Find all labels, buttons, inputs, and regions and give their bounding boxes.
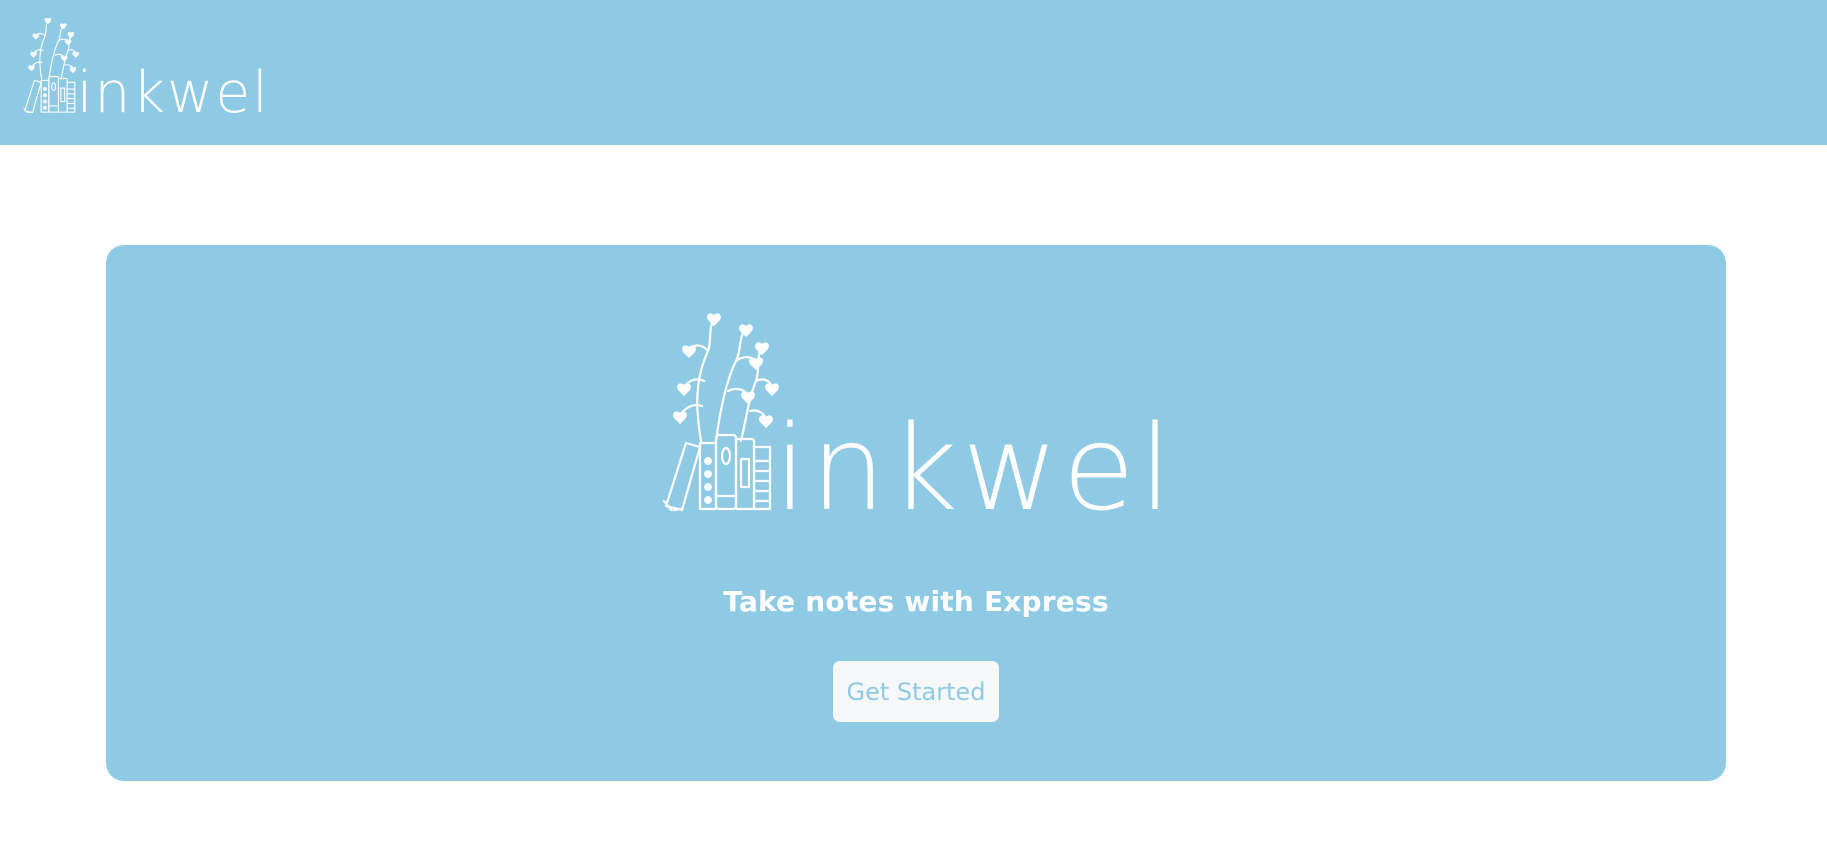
books-with-heart-vines-icon [20,14,270,116]
navbar [0,0,1827,145]
get-started-button[interactable]: Get Started [833,661,999,722]
hero-tagline: Take notes with Express [723,585,1109,618]
hero-card: Take notes with Express Get Started [106,245,1726,781]
hero-logo [656,311,1176,511]
